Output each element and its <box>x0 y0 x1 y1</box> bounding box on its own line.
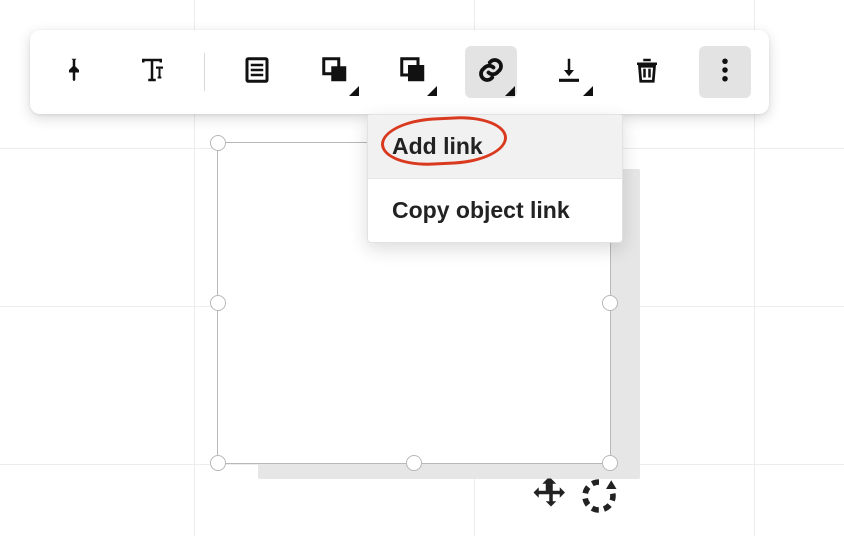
trash-icon <box>632 55 662 90</box>
menu-indicator-icon <box>349 86 359 96</box>
pin-icon <box>59 55 89 90</box>
object-controls <box>530 475 620 522</box>
resize-handle-bottom-left[interactable] <box>210 455 226 471</box>
toolbar-separator <box>204 53 205 91</box>
text-button[interactable] <box>126 46 178 98</box>
rotate-icon[interactable] <box>578 475 620 522</box>
menu-item-add-link[interactable]: Add link <box>368 115 622 178</box>
list-button[interactable] <box>231 46 283 98</box>
resize-handle-top-left[interactable] <box>210 135 226 151</box>
menu-indicator-icon <box>427 86 437 96</box>
link-icon <box>476 55 506 90</box>
resize-handle-mid-right[interactable] <box>602 295 618 311</box>
list-icon <box>242 55 272 90</box>
delete-button[interactable] <box>621 46 673 98</box>
resize-handle-bottom-right[interactable] <box>602 455 618 471</box>
move-icon[interactable] <box>530 475 572 522</box>
copy-icon <box>398 55 428 90</box>
arrange-button[interactable] <box>309 46 361 98</box>
more-icon <box>710 55 740 90</box>
resize-handle-bottom-mid[interactable] <box>406 455 422 471</box>
text-icon <box>137 55 167 90</box>
more-button[interactable] <box>699 46 751 98</box>
download-button[interactable] <box>543 46 595 98</box>
arrange-icon <box>320 55 350 90</box>
menu-indicator-icon <box>583 86 593 96</box>
context-toolbar <box>30 30 769 114</box>
link-dropdown: Add link Copy object link <box>367 114 623 243</box>
link-button[interactable] <box>465 46 517 98</box>
download-icon <box>554 55 584 90</box>
pin-button[interactable] <box>48 46 100 98</box>
copy-button[interactable] <box>387 46 439 98</box>
menu-item-copy-object-link[interactable]: Copy object link <box>368 179 622 242</box>
resize-handle-mid-left[interactable] <box>210 295 226 311</box>
menu-indicator-icon <box>505 86 515 96</box>
